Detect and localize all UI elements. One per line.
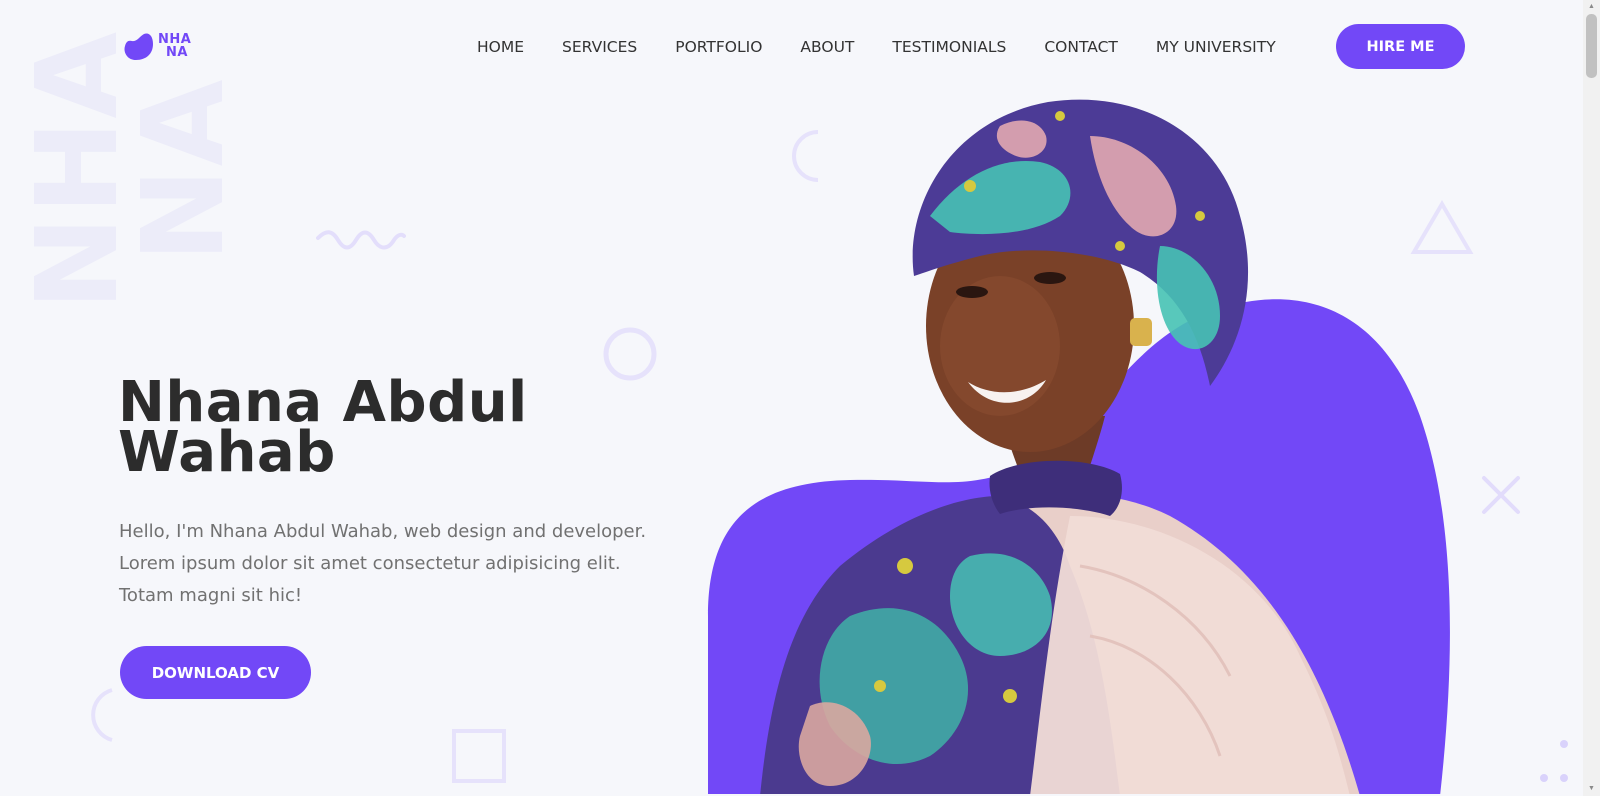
nav-portfolio[interactable]: PORTFOLIO xyxy=(675,37,762,57)
nav-home[interactable]: HOME xyxy=(477,37,524,57)
cross-icon xyxy=(1482,476,1520,514)
hero-portrait-image xyxy=(708,99,1450,794)
scrollbar-track[interactable] xyxy=(1583,0,1600,796)
nav-my-university[interactable]: MY UNIVERSITY xyxy=(1156,37,1276,57)
nav-contact[interactable]: CONTACT xyxy=(1044,37,1118,57)
logo-text-line2: NA xyxy=(166,45,188,60)
nav-about[interactable]: ABOUT xyxy=(800,37,854,57)
download-cv-button[interactable]: DOWNLOAD CV xyxy=(120,646,311,699)
nav-services[interactable]: SERVICES xyxy=(562,37,637,57)
logo-watermark-line1: NHA xyxy=(13,29,143,310)
logo-watermark-line2: NA xyxy=(119,77,249,262)
scroll-down-icon[interactable]: ▼ xyxy=(1586,784,1597,794)
nav-testimonials[interactable]: TESTIMONIALS xyxy=(892,37,1006,57)
hero-name-line2: Wahab xyxy=(118,420,336,485)
hire-me-button[interactable]: HIRE ME xyxy=(1336,24,1465,69)
wave-icon xyxy=(316,230,406,250)
page: NHA NA NHA NA HOME SERVICES PORTFOLIO AB… xyxy=(0,0,1583,794)
hero-description: Hello, I'm Nhana Abdul Wahab, web design… xyxy=(119,521,647,606)
arc-icon xyxy=(91,688,113,742)
main-nav: HOME SERVICES PORTFOLIO ABOUT TESTIMONIA… xyxy=(477,37,1276,57)
logo-blob-icon xyxy=(124,33,153,60)
hero-name: Nhana Abdul Wahab xyxy=(118,375,528,481)
dots-icon xyxy=(1540,740,1568,782)
square-icon xyxy=(452,729,506,783)
ring-icon xyxy=(603,327,657,381)
logo[interactable]: NHA NA xyxy=(122,32,202,62)
scroll-up-icon[interactable]: ▲ xyxy=(1586,2,1597,12)
scrollbar-thumb[interactable] xyxy=(1586,14,1597,78)
